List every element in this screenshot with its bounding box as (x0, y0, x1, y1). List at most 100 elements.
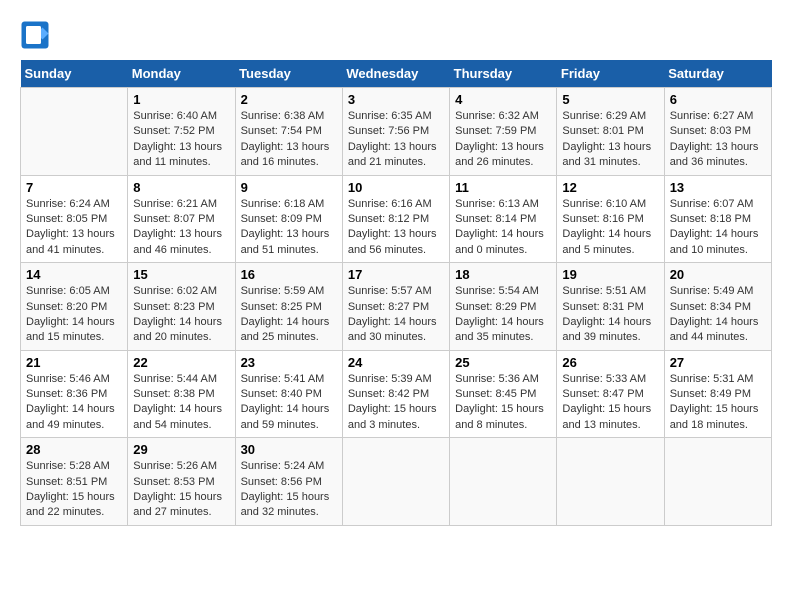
day-info: Sunrise: 5:28 AM Sunset: 8:51 PM Dayligh… (26, 459, 122, 521)
day-number: 7 (26, 180, 122, 195)
day-info: Sunrise: 5:39 AM Sunset: 8:42 PM Dayligh… (348, 372, 444, 434)
day-number: 20 (670, 267, 766, 282)
weekday-header: Sunday (21, 60, 128, 88)
weekday-header: Friday (557, 60, 664, 88)
page-header (20, 20, 772, 50)
calendar-cell: 28 Sunrise: 5:28 AM Sunset: 8:51 PM Dayli… (21, 438, 128, 526)
day-number: 21 (26, 355, 122, 370)
day-number: 14 (26, 267, 122, 282)
calendar-week: 7 Sunrise: 6:24 AM Sunset: 8:05 PM Daylig… (21, 175, 772, 263)
day-info: Sunrise: 5:46 AM Sunset: 8:36 PM Dayligh… (26, 372, 122, 434)
calendar-header: SundayMondayTuesdayWednesdayThursdayFrid… (21, 60, 772, 88)
calendar-week: 21 Sunrise: 5:46 AM Sunset: 8:36 PM Dayli… (21, 350, 772, 438)
calendar-cell: 9Sunrise: 6:18 AM Sunset: 8:09 PM Daylig… (235, 175, 342, 263)
day-info: Sunrise: 5:54 AM Sunset: 8:29 PM Dayligh… (455, 284, 551, 346)
calendar-week: 14 Sunrise: 6:05 AM Sunset: 8:20 PM Dayli… (21, 263, 772, 351)
day-info: Sunrise: 6:16 AM Sunset: 8:12 PM Dayligh… (348, 197, 444, 259)
day-number: 25 (455, 355, 551, 370)
calendar-cell: 19 Sunrise: 5:51 AM Sunset: 8:31 PM Dayli… (557, 263, 664, 351)
day-info: Sunrise: 5:44 AM Sunset: 8:38 PM Dayligh… (133, 372, 229, 434)
day-info: Sunrise: 6:29 AM Sunset: 8:01 PM Dayligh… (562, 109, 658, 171)
calendar-cell: 17 Sunrise: 5:57 AM Sunset: 8:27 PM Dayli… (342, 263, 449, 351)
calendar-cell: 27Sunrise: 5:31 AM Sunset: 8:49 PM Dayli… (664, 350, 771, 438)
day-number: 17 (348, 267, 444, 282)
calendar-table: SundayMondayTuesdayWednesdayThursdayFrid… (20, 60, 772, 526)
calendar-cell: 5 Sunrise: 6:29 AM Sunset: 8:01 PM Daylig… (557, 88, 664, 176)
logo-icon (20, 20, 50, 50)
day-number: 8 (133, 180, 229, 195)
day-info: Sunrise: 6:05 AM Sunset: 8:20 PM Dayligh… (26, 284, 122, 346)
calendar-cell: 11 Sunrise: 6:13 AM Sunset: 8:14 PM Dayli… (450, 175, 557, 263)
calendar-week: 28 Sunrise: 5:28 AM Sunset: 8:51 PM Dayli… (21, 438, 772, 526)
calendar-cell (450, 438, 557, 526)
day-number: 13 (670, 180, 766, 195)
day-info: Sunrise: 5:41 AM Sunset: 8:40 PM Dayligh… (241, 372, 337, 434)
day-info: Sunrise: 6:07 AM Sunset: 8:18 PM Dayligh… (670, 197, 766, 259)
day-number: 23 (241, 355, 337, 370)
day-number: 9 (241, 180, 337, 195)
day-number: 19 (562, 267, 658, 282)
day-number: 26 (562, 355, 658, 370)
day-number: 1 (133, 92, 229, 107)
calendar-cell: 15 Sunrise: 6:02 AM Sunset: 8:23 PM Dayli… (128, 263, 235, 351)
day-number: 24 (348, 355, 444, 370)
calendar-cell: 24 Sunrise: 5:39 AM Sunset: 8:42 PM Dayli… (342, 350, 449, 438)
calendar-cell: 8 Sunrise: 6:21 AM Sunset: 8:07 PM Daylig… (128, 175, 235, 263)
calendar-cell (342, 438, 449, 526)
calendar-cell: 6 Sunrise: 6:27 AM Sunset: 8:03 PM Daylig… (664, 88, 771, 176)
day-info: Sunrise: 6:32 AM Sunset: 7:59 PM Dayligh… (455, 109, 551, 171)
day-number: 22 (133, 355, 229, 370)
calendar-week: 1 Sunrise: 6:40 AM Sunset: 7:52 PM Daylig… (21, 88, 772, 176)
weekday-header: Saturday (664, 60, 771, 88)
day-info: Sunrise: 6:40 AM Sunset: 7:52 PM Dayligh… (133, 109, 229, 171)
calendar-cell: 7 Sunrise: 6:24 AM Sunset: 8:05 PM Daylig… (21, 175, 128, 263)
day-info: Sunrise: 6:02 AM Sunset: 8:23 PM Dayligh… (133, 284, 229, 346)
day-number: 4 (455, 92, 551, 107)
day-info: Sunrise: 6:21 AM Sunset: 8:07 PM Dayligh… (133, 197, 229, 259)
weekday-header: Wednesday (342, 60, 449, 88)
day-number: 11 (455, 180, 551, 195)
weekday-header: Monday (128, 60, 235, 88)
day-info: Sunrise: 5:49 AM Sunset: 8:34 PM Dayligh… (670, 284, 766, 346)
calendar-cell: 10 Sunrise: 6:16 AM Sunset: 8:12 PM Dayli… (342, 175, 449, 263)
calendar-cell: 22 Sunrise: 5:44 AM Sunset: 8:38 PM Dayli… (128, 350, 235, 438)
calendar-cell (664, 438, 771, 526)
day-number: 30 (241, 442, 337, 457)
calendar-cell: 25 Sunrise: 5:36 AM Sunset: 8:45 PM Dayli… (450, 350, 557, 438)
calendar-cell: 20 Sunrise: 5:49 AM Sunset: 8:34 PM Dayli… (664, 263, 771, 351)
calendar-cell: 3 Sunrise: 6:35 AM Sunset: 7:56 PM Daylig… (342, 88, 449, 176)
day-info: Sunrise: 5:57 AM Sunset: 8:27 PM Dayligh… (348, 284, 444, 346)
day-number: 5 (562, 92, 658, 107)
calendar-cell (557, 438, 664, 526)
calendar-cell: 16Sunrise: 5:59 AM Sunset: 8:25 PM Dayli… (235, 263, 342, 351)
calendar-cell: 26 Sunrise: 5:33 AM Sunset: 8:47 PM Dayli… (557, 350, 664, 438)
day-number: 27 (670, 355, 766, 370)
day-info: Sunrise: 6:13 AM Sunset: 8:14 PM Dayligh… (455, 197, 551, 259)
calendar-cell: 23 Sunrise: 5:41 AM Sunset: 8:40 PM Dayli… (235, 350, 342, 438)
weekday-header: Tuesday (235, 60, 342, 88)
day-info: Sunrise: 5:59 AM Sunset: 8:25 PM Dayligh… (241, 284, 337, 346)
day-info: Sunrise: 5:51 AM Sunset: 8:31 PM Dayligh… (562, 284, 658, 346)
day-number: 15 (133, 267, 229, 282)
day-info: Sunrise: 6:38 AM Sunset: 7:54 PM Dayligh… (241, 109, 337, 171)
day-number: 10 (348, 180, 444, 195)
calendar-cell: 4 Sunrise: 6:32 AM Sunset: 7:59 PM Daylig… (450, 88, 557, 176)
calendar-cell: 29Sunrise: 5:26 AM Sunset: 8:53 PM Dayli… (128, 438, 235, 526)
calendar-cell (21, 88, 128, 176)
day-info: Sunrise: 6:24 AM Sunset: 8:05 PM Dayligh… (26, 197, 122, 259)
day-info: Sunrise: 6:10 AM Sunset: 8:16 PM Dayligh… (562, 197, 658, 259)
logo (20, 20, 54, 50)
day-info: Sunrise: 6:27 AM Sunset: 8:03 PM Dayligh… (670, 109, 766, 171)
calendar-body: 1 Sunrise: 6:40 AM Sunset: 7:52 PM Daylig… (21, 88, 772, 526)
calendar-cell: 2 Sunrise: 6:38 AM Sunset: 7:54 PM Daylig… (235, 88, 342, 176)
calendar-cell: 1 Sunrise: 6:40 AM Sunset: 7:52 PM Daylig… (128, 88, 235, 176)
calendar-cell: 30Sunrise: 5:24 AM Sunset: 8:56 PM Dayli… (235, 438, 342, 526)
day-info: Sunrise: 5:36 AM Sunset: 8:45 PM Dayligh… (455, 372, 551, 434)
day-number: 28 (26, 442, 122, 457)
day-number: 3 (348, 92, 444, 107)
day-info: Sunrise: 5:33 AM Sunset: 8:47 PM Dayligh… (562, 372, 658, 434)
day-number: 6 (670, 92, 766, 107)
calendar-cell: 18Sunrise: 5:54 AM Sunset: 8:29 PM Dayli… (450, 263, 557, 351)
day-number: 2 (241, 92, 337, 107)
day-info: Sunrise: 6:35 AM Sunset: 7:56 PM Dayligh… (348, 109, 444, 171)
